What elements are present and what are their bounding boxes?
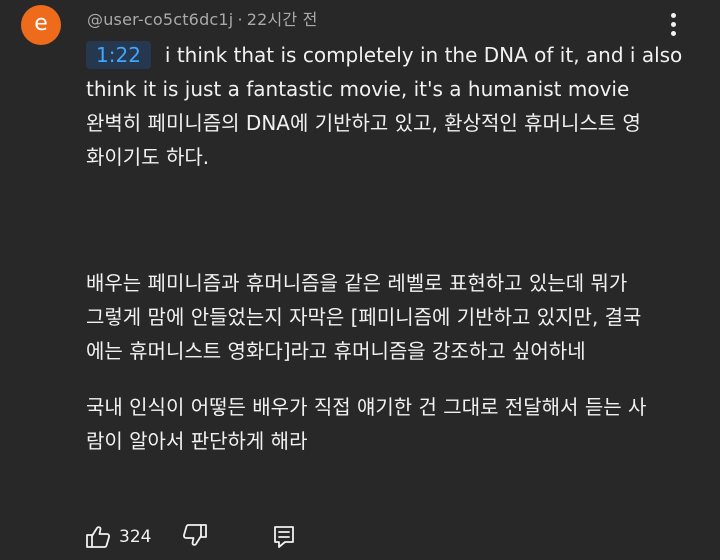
thumbs-down-icon[interactable]: [181, 521, 209, 549]
thumbs-up-icon[interactable]: [84, 523, 112, 551]
more-vert-icon[interactable]: [664, 10, 684, 40]
comment-line: 에는 휴머니스트 영화다]라고 휴머니즘을 강조하고 싶어하네: [86, 339, 586, 363]
username[interactable]: @user-co5ct6dc1j: [87, 10, 233, 29]
comment-line: 국내 인식이 어떻든 배우가 직접 얘기한 건 그대로 전달해서 듣는 사: [86, 395, 647, 419]
like-count: 324: [119, 527, 152, 547]
comment-line: 배우는 페미니즘과 휴머니즘을 같은 레벨로 표현하고 있는데 뭐가: [86, 271, 628, 295]
comment-header: @user-co5ct6dc1j · 22시간 전: [87, 6, 318, 30]
comment-line: 그렇게 맘에 안들었는지 자막은 [페미니즘에 기반하고 있지만, 결국: [86, 305, 642, 329]
comment-time[interactable]: 22시간 전: [247, 10, 318, 29]
comment-body: 1:22 i think that is completely in the DN…: [86, 38, 686, 458]
comment-line: 완벽히 페미니즘의 DNA에 기반하고 있고, 환상적인 휴머니스트 영: [86, 111, 641, 135]
comment-line: 1:22 i think that is completely in the DN…: [86, 38, 686, 72]
avatar[interactable]: e: [21, 5, 61, 45]
reply-comment-icon[interactable]: [270, 523, 298, 551]
comment-line: 화이기도 하다.: [86, 145, 210, 169]
comment-line: 람이 알아서 판단하게 해라: [86, 429, 308, 453]
timestamp-link[interactable]: 1:22: [86, 41, 151, 69]
meta-separator: ·: [237, 10, 243, 29]
avatar-letter: e: [34, 11, 48, 36]
comment-line: think it is just a fantastic movie, it's…: [86, 77, 630, 101]
